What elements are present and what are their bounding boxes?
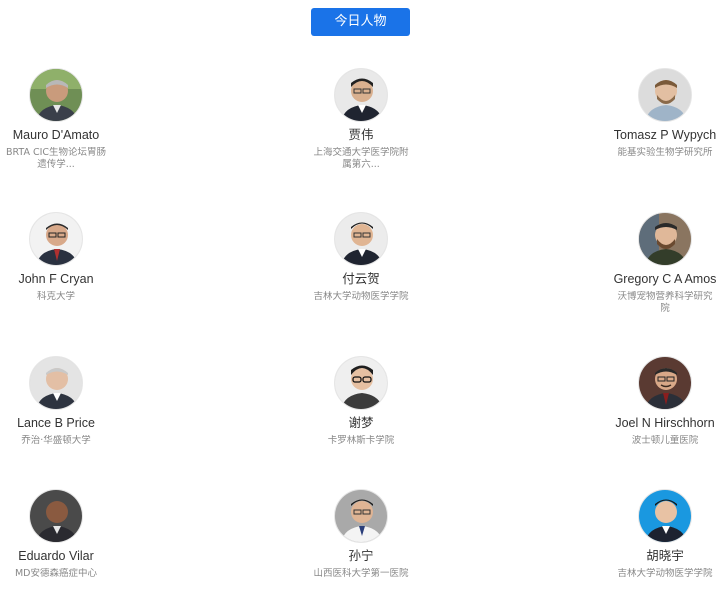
person-card[interactable]: 孙宁 山西医科大学第一医院: [309, 489, 413, 580]
person-org: 乔治·华盛顿大学: [21, 435, 91, 446]
person-org: 吉林大学动物医学学院: [617, 568, 713, 579]
person-org: 波士顿儿童医院: [631, 435, 699, 446]
person-org: MD安德森癌症中心: [14, 568, 97, 579]
avatar: [334, 212, 388, 266]
avatar: [29, 68, 83, 122]
avatar: [29, 212, 83, 266]
avatar: [638, 68, 692, 122]
person-name[interactable]: John F Cryan: [4, 272, 108, 287]
person-org: 科克大学: [36, 291, 75, 302]
person-org: 上海交通大学医学院附属第六...: [313, 147, 409, 170]
person-org: 吉林大学动物医学学院: [313, 291, 409, 302]
person-org: 沃博宠物营养科学研究院: [617, 291, 713, 314]
person-name[interactable]: 付云贺: [309, 272, 413, 287]
person-name[interactable]: Lance B Price: [4, 416, 108, 431]
person-card[interactable]: Mauro D'Amato BRTA CIC生物论坛胃肠遗传学...: [4, 68, 108, 171]
person-org: 山西医科大学第一医院: [313, 568, 409, 579]
person-org: 卡罗林斯卡学院: [327, 435, 395, 446]
person-name[interactable]: 孙宁: [309, 549, 413, 564]
person-card[interactable]: 谢梦 卡罗林斯卡学院: [309, 356, 413, 447]
person-name[interactable]: 贾伟: [309, 128, 413, 143]
person-card[interactable]: Lance B Price 乔治·华盛顿大学: [4, 356, 108, 447]
person-card[interactable]: 付云贺 吉林大学动物医学学院: [309, 212, 413, 303]
avatar: [29, 356, 83, 410]
person-card[interactable]: Gregory C A Amos 沃博宠物营养科学研究院: [613, 212, 717, 315]
person-name[interactable]: Tomasz P Wypych: [613, 128, 717, 143]
person-card[interactable]: Tomasz P Wypych 能基实验生物学研究所: [613, 68, 717, 159]
person-name[interactable]: Joel N Hirschhorn: [613, 416, 717, 431]
person-card[interactable]: 胡晓宇 吉林大学动物医学学院: [613, 489, 717, 580]
person-card[interactable]: John F Cryan 科克大学: [4, 212, 108, 303]
avatar: [334, 68, 388, 122]
person-name[interactable]: Gregory C A Amos: [613, 272, 717, 287]
person-card[interactable]: Eduardo Vilar MD安德森癌症中心: [4, 489, 108, 580]
person-card[interactable]: 贾伟 上海交通大学医学院附属第六...: [309, 68, 413, 171]
avatar: [638, 489, 692, 543]
person-org: BRTA CIC生物论坛胃肠遗传学...: [5, 147, 107, 170]
person-name[interactable]: Eduardo Vilar: [4, 549, 108, 564]
person-name[interactable]: 胡晓宇: [613, 549, 717, 564]
avatar: [638, 356, 692, 410]
person-org: 能基实验生物学研究所: [617, 147, 713, 158]
avatar: [638, 212, 692, 266]
today-people-button[interactable]: 今日人物: [311, 8, 410, 36]
person-name[interactable]: Mauro D'Amato: [4, 128, 108, 143]
avatar: [334, 356, 388, 410]
person-name[interactable]: 谢梦: [309, 416, 413, 431]
avatar: [334, 489, 388, 543]
person-card[interactable]: Joel N Hirschhorn 波士顿儿童医院: [613, 356, 717, 447]
avatar: [29, 489, 83, 543]
